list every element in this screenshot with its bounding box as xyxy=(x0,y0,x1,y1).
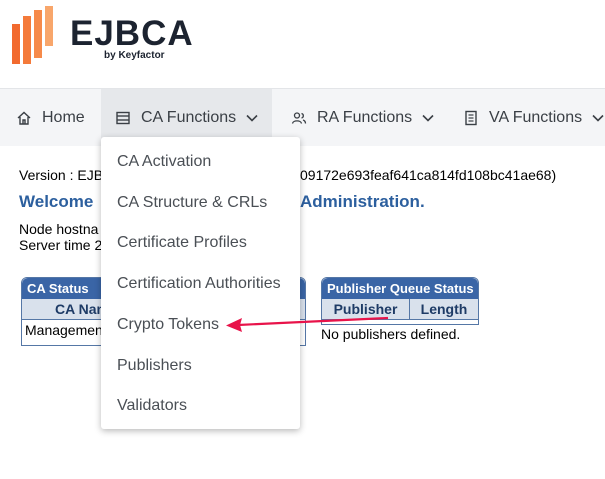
annotation-arrow-icon xyxy=(226,316,389,332)
